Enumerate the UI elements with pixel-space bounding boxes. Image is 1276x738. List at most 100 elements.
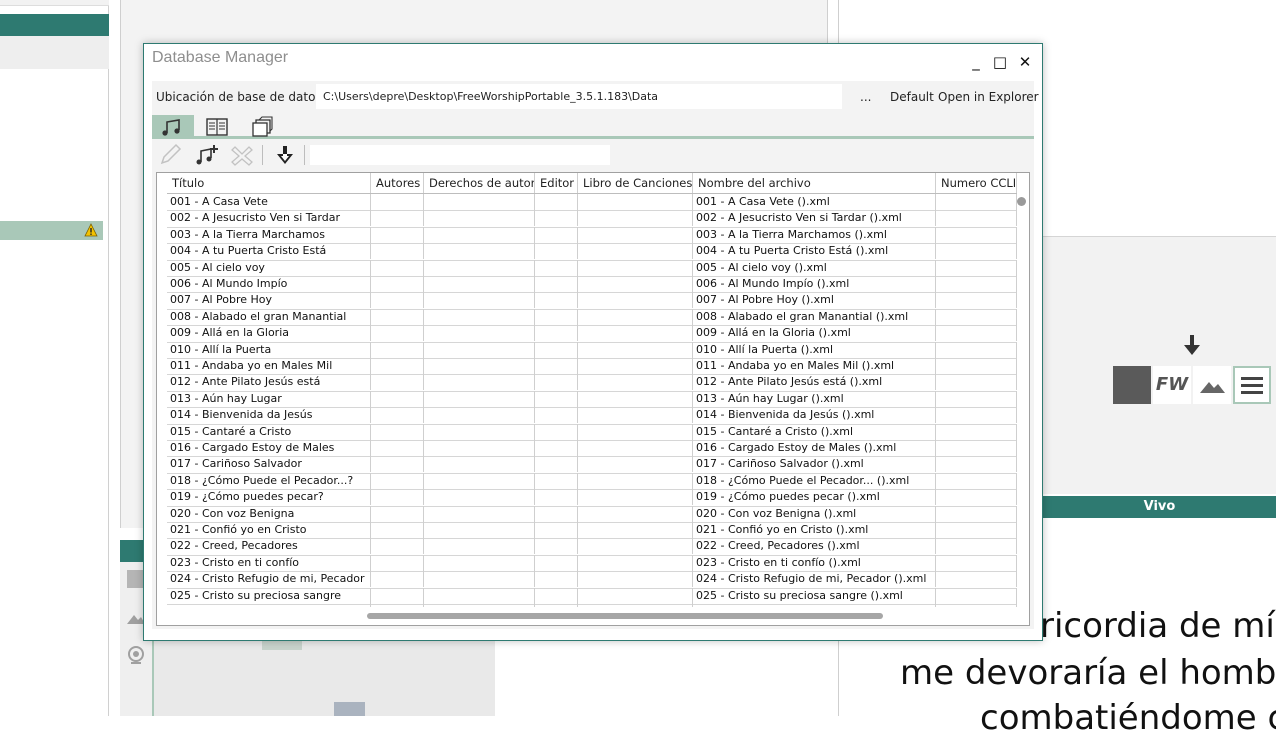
table-row[interactable]: 010 - Allí la Puerta 010 - Allí la Puerta… <box>167 341 1017 359</box>
search-input[interactable] <box>310 145 610 165</box>
table-row[interactable]: 015 - Cantaré a Cristo 015 - Cantaré a Cr… <box>167 423 1017 441</box>
table-row[interactable]: 019 - ¿Cómo puedes pecar? 019 - ¿Cómo pue… <box>167 489 1017 507</box>
import-down-arrow-icon[interactable] <box>272 143 298 167</box>
horizontal-scrollbar[interactable] <box>367 613 883 619</box>
cell-filename: 014 - Bienvenida da Jesús ().xml <box>693 407 936 424</box>
tab-songs[interactable] <box>152 115 194 139</box>
table-row[interactable]: 025 - Cristo su preciosa sangre 025 - Cri… <box>167 587 1017 605</box>
tab-bible[interactable] <box>196 115 238 139</box>
left-panel <box>0 0 109 716</box>
edit-pencil-icon[interactable] <box>158 143 184 167</box>
cell-filename: 024 - Cristo Refugio de mi, Pecador ().x… <box>693 571 936 588</box>
add-song-icon[interactable] <box>194 143 220 167</box>
table-row[interactable]: 021 - Confió yo en Cristo 021 - Confió yo… <box>167 522 1017 540</box>
column-header-title[interactable]: Título <box>167 173 371 193</box>
cell-title: 002 - A Jesucristo Ven si Tardar <box>167 210 371 227</box>
cell-title: 005 - Al cielo voy <box>167 259 371 276</box>
open-in-explorer-button[interactable]: Open in Explorer <box>938 90 1039 104</box>
down-arrow-icon[interactable] <box>1180 333 1204 357</box>
table-row[interactable]: 005 - Al cielo voy 005 - Al cielo voy ().… <box>167 259 1017 277</box>
cell-copyright <box>424 226 535 243</box>
cell-authors <box>371 587 424 604</box>
left-panel-toolbar <box>0 36 109 69</box>
table-row[interactable]: 006 - Al Mundo Impío 006 - Al Mundo Impío… <box>167 276 1017 294</box>
table-row[interactable]: 002 - A Jesucristo Ven si Tardar 002 - A … <box>167 210 1017 228</box>
table-row[interactable] <box>167 604 1017 607</box>
delete-icon[interactable] <box>230 143 256 167</box>
column-header-editor[interactable]: Editor <box>535 173 578 193</box>
close-button[interactable]: ✕ <box>1015 52 1035 72</box>
database-location-field[interactable]: C:\Users\depre\Desktop\FreeWorshipPortab… <box>316 84 842 109</box>
tab-media[interactable] <box>240 115 282 139</box>
cell-authors <box>371 374 424 391</box>
cell-songbook <box>578 571 693 588</box>
cell-title: 023 - Cristo en ti confío <box>167 554 371 571</box>
table-header: Título Autores Derechos de autor Editor Libr… <box>167 173 1017 194</box>
table-row[interactable]: 012 - Ante Pilato Jesús está 012 - Ante P… <box>167 374 1017 392</box>
cell-songbook <box>578 390 693 407</box>
column-header-ccli[interactable]: Numero CCLI <box>936 173 1017 193</box>
cell-ccli <box>936 276 1017 292</box>
cell-editor <box>535 472 578 489</box>
table-row[interactable]: 016 - Cargado Estoy de Males 016 - Cargad… <box>167 440 1017 458</box>
table-row[interactable]: 013 - Aún hay Lugar 013 - Aún hay Lugar (… <box>167 390 1017 409</box>
cell-title: 025 - Cristo su preciosa sangre <box>167 587 371 604</box>
table-row[interactable]: 011 - Andaba yo en Males Mil 011 - Andaba… <box>167 358 1017 376</box>
table-row[interactable]: 007 - Al Pobre Hoy 007 - Al Pobre Hoy ().… <box>167 292 1017 310</box>
cell-ccli <box>936 522 1017 538</box>
cell-copyright <box>424 587 535 604</box>
cell-filename: 003 - A la Tierra Marchamos ().xml <box>693 226 936 243</box>
table-row[interactable]: 017 - Cariñoso Salvador 017 - Cariñoso Sa… <box>167 456 1017 474</box>
cell-authors <box>371 472 424 489</box>
column-header-songbook[interactable]: Libro de Canciones <box>578 173 693 193</box>
cell-ccli <box>936 226 1017 243</box>
cell-editor <box>535 571 578 588</box>
cell-songbook <box>578 226 693 243</box>
cell-editor <box>535 226 578 243</box>
maximize-button[interactable]: □ <box>990 52 1010 72</box>
cell-editor <box>535 538 578 555</box>
live-mode-buttons: FW <box>1113 366 1273 404</box>
media-thumbnail[interactable] <box>262 640 302 650</box>
cell-copyright <box>424 505 535 522</box>
webcam-icon[interactable] <box>124 644 148 668</box>
table-row[interactable]: 003 - A la Tierra Marchamos 003 - A la Ti… <box>167 226 1017 245</box>
table-row[interactable]: 023 - Cristo en ti confío 023 - Cristo en… <box>167 554 1017 573</box>
background-screen-button[interactable] <box>1193 366 1231 404</box>
menu-icon[interactable] <box>1233 366 1271 404</box>
cell-ccli <box>936 407 1017 424</box>
table-row[interactable]: 020 - Con voz Benigna 020 - Con voz Benig… <box>167 505 1017 523</box>
media-thumbnail[interactable] <box>334 702 365 716</box>
table-row[interactable]: 008 - Alabado el gran Manantial 008 - Ala… <box>167 308 1017 327</box>
dialog-title: Database Manager <box>152 49 289 66</box>
cell-ccli <box>936 440 1017 456</box>
cell-songbook <box>578 325 693 342</box>
default-button[interactable]: Default <box>890 90 934 104</box>
black-screen-button[interactable] <box>1113 366 1151 404</box>
cell-title: 010 - Allí la Puerta <box>167 341 371 358</box>
table-row[interactable]: 001 - A Casa Vete 001 - A Casa Vete ().xm… <box>167 194 1017 212</box>
cell-ccli <box>936 604 1017 607</box>
browse-button[interactable]: ... <box>860 90 871 104</box>
table-row[interactable]: 014 - Bienvenida da Jesús 014 - Bienvenid… <box>167 407 1017 425</box>
live-label: Vivo <box>1043 496 1276 518</box>
table-row[interactable]: 018 - ¿Cómo Puede el Pecador...? 018 - ¿C… <box>167 472 1017 491</box>
cell-title: 017 - Cariñoso Salvador <box>167 456 371 473</box>
column-header-copyright[interactable]: Derechos de autor <box>424 173 535 193</box>
column-header-filename[interactable]: Nombre del archivo <box>693 173 936 193</box>
column-header-authors[interactable]: Autores <box>371 173 424 193</box>
cell-authors <box>371 358 424 374</box>
table-row[interactable]: 024 - Cristo Refugio de mi, Pecador 024 -… <box>167 571 1017 589</box>
cell-title: 014 - Bienvenida da Jesús <box>167 407 371 424</box>
vertical-scrollbar[interactable] <box>1017 197 1026 207</box>
table-row[interactable]: 009 - Allá en la Gloria 009 - Allá en la … <box>167 325 1017 343</box>
cell-copyright <box>424 489 535 506</box>
minimize-button[interactable]: _ <box>966 52 986 72</box>
cell-copyright <box>424 407 535 424</box>
cell-editor <box>535 407 578 424</box>
table-row[interactable]: 004 - A tu Puerta Cristo Está 004 - A tu … <box>167 243 1017 261</box>
table-row[interactable]: 022 - Creed, Pecadores 022 - Creed, Pecad… <box>167 538 1017 556</box>
logo-screen-button[interactable]: FW <box>1153 366 1191 404</box>
left-panel-strip <box>0 0 109 6</box>
cell-filename: 015 - Cantaré a Cristo ().xml <box>693 423 936 440</box>
